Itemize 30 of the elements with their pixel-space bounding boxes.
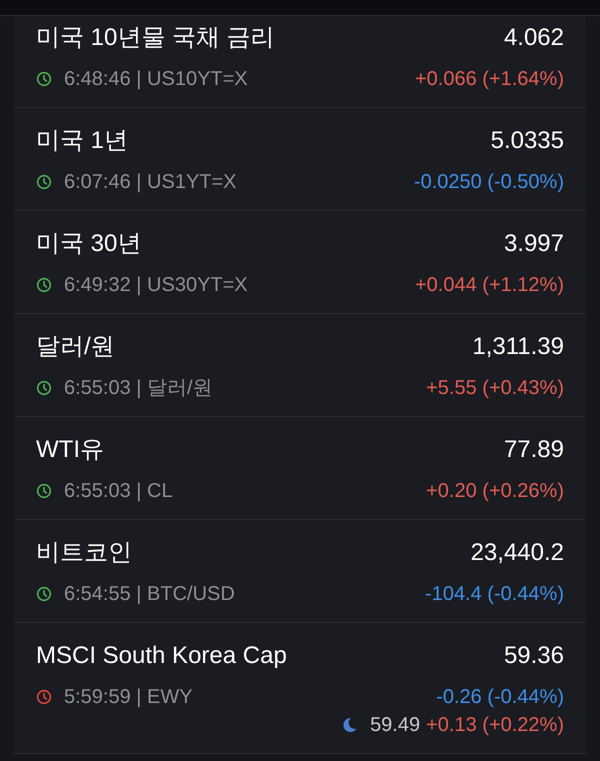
quote-time-symbol: 6:07:46 | US1YT=X: [64, 170, 237, 195]
quote-time-symbol: 6:55:03 | 달러/원: [64, 376, 213, 401]
quote-time-symbol: 6:48:46 | US10YT=X: [64, 67, 248, 92]
quote-price: 5.0335: [490, 126, 564, 156]
quote-name: 달러/원: [36, 332, 115, 362]
quote-name: 미국 1년: [36, 126, 128, 156]
quote-price: 3.997: [504, 229, 564, 259]
quote-price: 23,440.2: [470, 538, 564, 568]
quote-price: 59.36: [504, 641, 564, 671]
quote-change: -0.0250 (-0.50%): [414, 170, 564, 195]
quote-name: 미국 30년: [36, 229, 142, 259]
quote-change: +5.55 (+0.43%): [426, 376, 564, 401]
quote-time-symbol: 5:59:59 | EWY: [64, 685, 193, 710]
quote-change: +0.044 (+1.12%): [415, 273, 564, 298]
quote-price: 1,311.39: [472, 332, 564, 362]
after-hours-price: 59.49: [370, 713, 420, 738]
quote-name: MSCI South Korea Cap: [36, 641, 287, 671]
quote-price: 4.062: [504, 23, 564, 53]
quote-change: -0.26 (-0.44%): [436, 685, 564, 710]
quote-time-symbol: 6:55:03 | CL: [64, 479, 173, 504]
quote-price: 77.89: [504, 435, 564, 465]
quote-name: WTI유: [36, 435, 104, 465]
quote-change: +0.20 (+0.26%): [426, 479, 564, 504]
after-hours-change: +0.13 (+0.22%): [426, 713, 564, 738]
quote-change: +0.066 (+1.64%): [415, 67, 564, 92]
quote-name: 비트코인: [36, 538, 132, 568]
quote-change: -104.4 (-0.44%): [425, 582, 564, 607]
quote-name: 미국 10년물 국채 금리: [36, 23, 275, 53]
quote-time-symbol: 6:49:32 | US30YT=X: [64, 273, 248, 298]
quote-time-symbol: 6:54:55 | BTC/USD: [64, 582, 235, 607]
